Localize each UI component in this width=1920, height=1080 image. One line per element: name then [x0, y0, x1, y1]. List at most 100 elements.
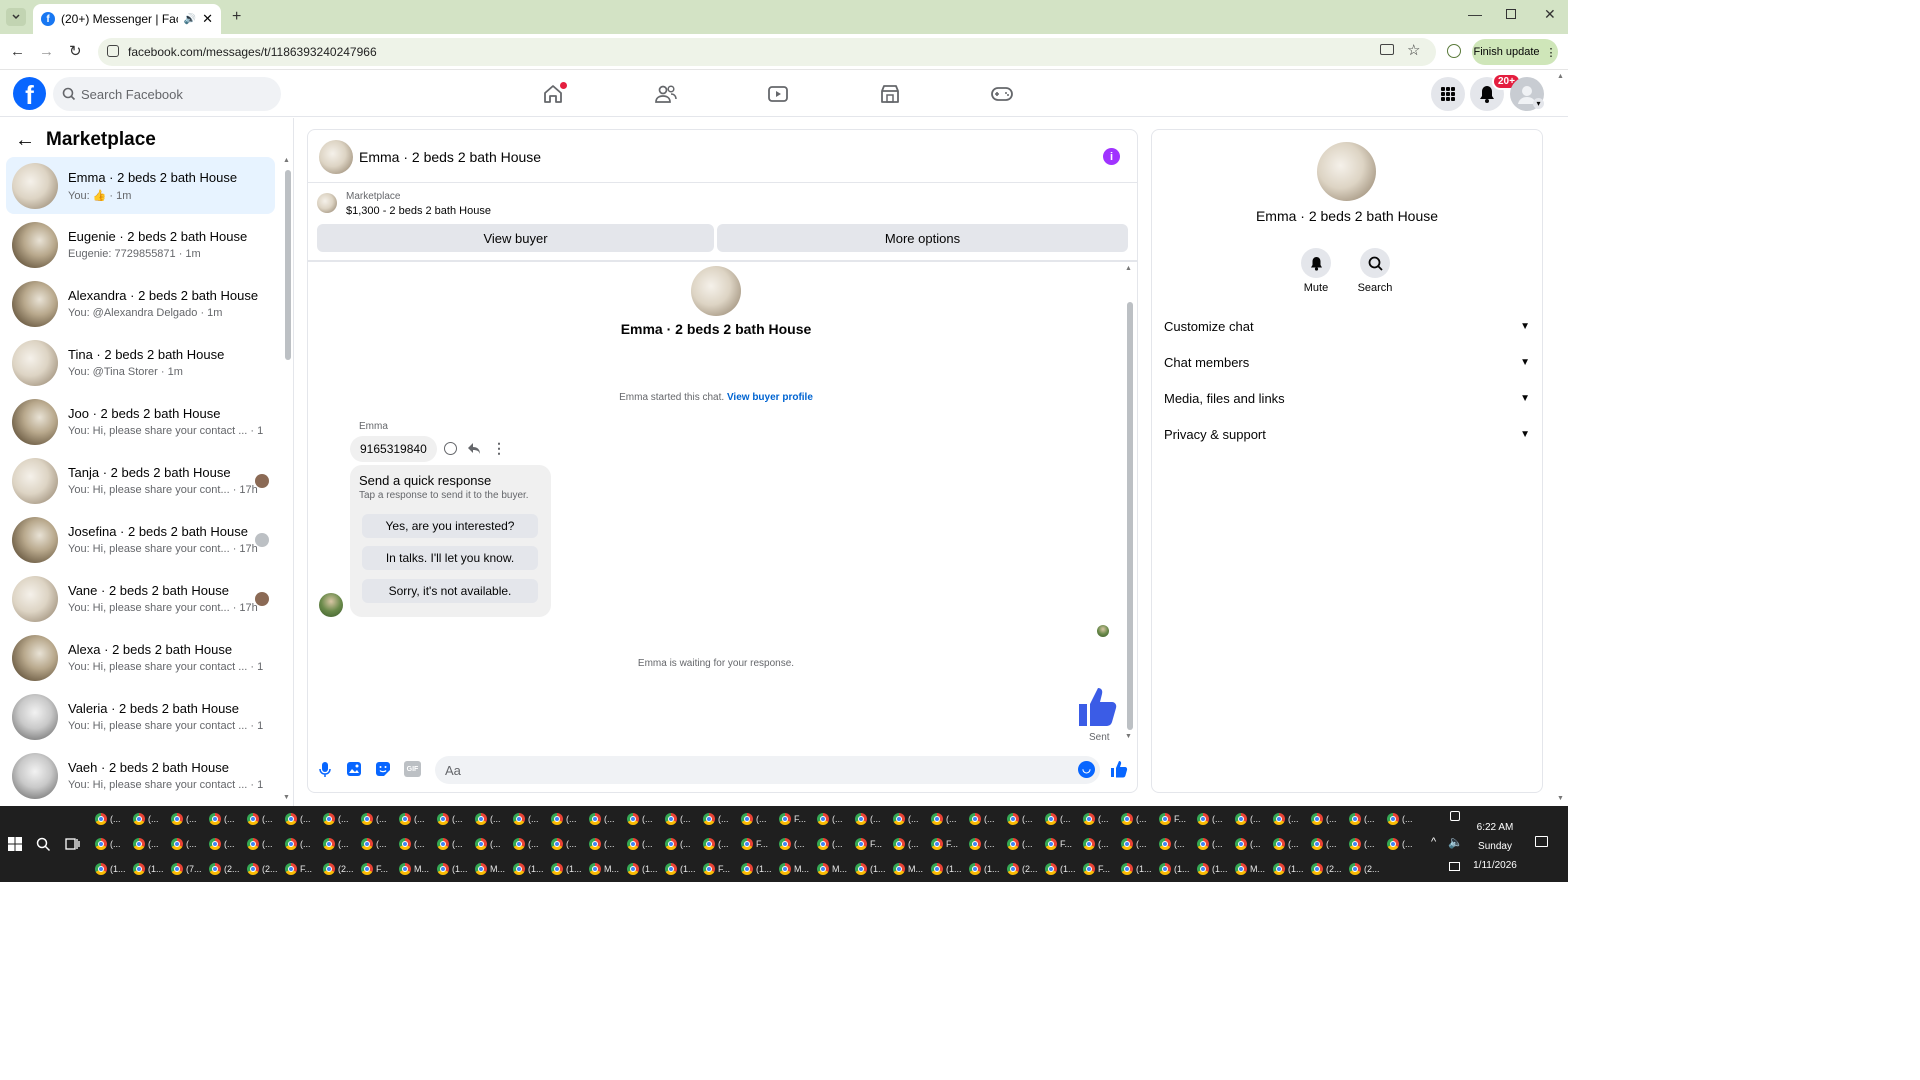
taskbar-chrome-window[interactable]: (... — [209, 808, 247, 830]
taskbar-chrome-window[interactable]: (1... — [665, 858, 703, 880]
notification-center-icon[interactable] — [1535, 836, 1548, 847]
taskbar-chrome-window[interactable]: (... — [437, 833, 475, 855]
conversation-item[interactable]: Vaeh · 2 beds 2 bath House You: Hi, pleas… — [6, 747, 275, 804]
taskbar-chrome-window[interactable]: F... — [1045, 833, 1083, 855]
chat-header-avatar[interactable] — [319, 140, 353, 174]
taskbar-chrome-window[interactable]: (... — [589, 808, 627, 830]
taskbar-chrome-window[interactable]: (... — [627, 808, 665, 830]
facebook-logo-icon[interactable]: f — [13, 77, 46, 110]
taskbar-chrome-window[interactable]: (... — [171, 808, 209, 830]
taskbar-chrome-window[interactable]: (... — [1197, 808, 1235, 830]
message-input[interactable]: Aa — [435, 756, 1100, 784]
photo-icon[interactable] — [346, 761, 362, 777]
taskbar-chrome-window[interactable]: (... — [817, 808, 855, 830]
bookmark-star-icon[interactable]: ☆ — [1407, 41, 1420, 59]
sticker-icon[interactable] — [375, 761, 391, 777]
marketplace-icon[interactable] — [877, 81, 903, 107]
taskbar-chrome-window[interactable]: (... — [1007, 808, 1045, 830]
listing-title[interactable]: $1,300 - 2 beds 2 bath House — [346, 205, 491, 217]
taskbar-chrome-window[interactable]: (... — [171, 833, 209, 855]
taskbar-chrome-window[interactable]: M... — [817, 858, 855, 880]
conversation-item[interactable]: Vane · 2 beds 2 bath House You: Hi, pleas… — [6, 570, 275, 627]
chat-title[interactable]: Emma · 2 beds 2 bath House — [359, 149, 541, 165]
gaming-icon[interactable] — [989, 81, 1015, 107]
taskbar-chrome-window[interactable]: (... — [475, 833, 513, 855]
taskbar-chrome-window[interactable]: (2... — [247, 858, 285, 880]
info-icon[interactable]: i — [1103, 148, 1120, 165]
taskbar-chrome-window[interactable]: (... — [1387, 808, 1425, 830]
taskbar-chrome-window[interactable]: (... — [437, 808, 475, 830]
message-more-icon[interactable]: ⋮ — [492, 440, 506, 457]
taskbar-chrome-window[interactable]: (... — [1235, 808, 1273, 830]
conversation-item[interactable]: Emma · 2 beds 2 bath House You: 👍 · 1m — [6, 157, 275, 214]
taskbar-chrome-window[interactable]: (1... — [931, 858, 969, 880]
taskbar-chrome-window[interactable]: (... — [969, 833, 1007, 855]
taskbar-chrome-window[interactable]: F... — [1083, 858, 1121, 880]
taskbar-chrome-window[interactable]: (... — [665, 808, 703, 830]
chat-scroll-up-icon[interactable]: ▲ — [1125, 265, 1132, 272]
taskbar-chrome-window[interactable]: M... — [1235, 858, 1273, 880]
taskbar-chrome-window[interactable]: (2... — [1349, 858, 1387, 880]
taskbar-chrome-window[interactable]: (... — [1045, 808, 1083, 830]
conversation-item[interactable]: Tanja · 2 beds 2 bath House You: Hi, plea… — [6, 452, 275, 509]
browser-tab[interactable]: f (20+) Messenger | Facebook 🔊 ✕ — [33, 4, 221, 34]
close-window-button[interactable]: ✕ — [1544, 6, 1556, 23]
taskbar-chrome-window[interactable]: (1... — [1121, 858, 1159, 880]
conversation-item[interactable]: Alexa · 2 beds 2 bath House You: Hi, plea… — [6, 629, 275, 686]
taskbar-chrome-window[interactable]: (... — [323, 833, 361, 855]
taskbar-chrome-window[interactable]: M... — [475, 858, 513, 880]
taskbar-chrome-window[interactable]: (... — [475, 808, 513, 830]
quick-response-button[interactable]: In talks. I'll let you know. — [362, 546, 538, 570]
meet-now-icon[interactable] — [1450, 811, 1460, 821]
taskbar-chrome-window[interactable]: (1... — [627, 858, 665, 880]
taskbar-chrome-window[interactable]: F... — [931, 833, 969, 855]
gif-icon[interactable]: GIF — [404, 761, 421, 777]
taskbar-chrome-window[interactable]: (1... — [855, 858, 893, 880]
taskbar-chrome-window[interactable]: (... — [399, 833, 437, 855]
taskbar-chrome-window[interactable]: (1... — [1197, 858, 1235, 880]
taskbar-chrome-window[interactable]: (... — [969, 808, 1007, 830]
customize-chat-section[interactable]: Customize chat ▼ — [1164, 319, 1530, 334]
taskbar-chrome-window[interactable]: (... — [399, 808, 437, 830]
show-hidden-icons-chevron[interactable]: ^ — [1431, 836, 1436, 848]
minimize-button[interactable]: — — [1468, 6, 1482, 22]
taskbar-chrome-window[interactable]: (1... — [513, 858, 551, 880]
conversation-item[interactable]: Valeria · 2 beds 2 bath House You: Hi, pl… — [6, 688, 275, 745]
sidebar-scroll-up-icon[interactable]: ▲ — [283, 157, 290, 164]
page-scroll-up-icon[interactable]: ▲ — [1557, 73, 1564, 80]
more-options-button[interactable]: More options — [717, 224, 1128, 252]
like-thumbs-up-icon[interactable] — [1110, 760, 1128, 778]
taskbar-chrome-window[interactable]: (... — [1083, 833, 1121, 855]
windows-start-icon[interactable] — [8, 837, 22, 851]
microphone-icon[interactable] — [318, 761, 332, 778]
taskbar-chrome-window[interactable]: (... — [741, 808, 779, 830]
taskbar-chrome-window[interactable]: (... — [247, 808, 285, 830]
chat-scroll-down-icon[interactable]: ▼ — [1125, 733, 1132, 740]
taskbar-chrome-window[interactable]: (... — [1349, 833, 1387, 855]
chat-scrollbar[interactable] — [1127, 302, 1133, 730]
privacy-support-section[interactable]: Privacy & support ▼ — [1164, 427, 1530, 442]
taskbar-chrome-window[interactable]: (... — [589, 833, 627, 855]
new-tab-button[interactable]: + — [232, 8, 241, 26]
network-icon[interactable] — [1449, 862, 1460, 871]
taskbar-chrome-window[interactable]: (... — [285, 833, 323, 855]
volume-icon[interactable]: 🔈 — [1448, 835, 1463, 849]
message-bubble[interactable]: 9165319840 — [350, 436, 437, 462]
site-info-icon[interactable] — [107, 45, 119, 57]
taskbar-chrome-window[interactable]: M... — [589, 858, 627, 880]
taskbar-chrome-window[interactable]: (1... — [133, 858, 171, 880]
taskbar-chrome-window[interactable]: F... — [703, 858, 741, 880]
taskbar-chrome-window[interactable]: F... — [361, 858, 399, 880]
conversation-item[interactable]: Eugenie · 2 beds 2 bath House Eugenie: 77… — [6, 216, 275, 273]
maximize-button[interactable] — [1506, 9, 1516, 19]
taskbar-chrome-window[interactable]: (... — [1273, 833, 1311, 855]
taskbar-chrome-window[interactable]: (... — [817, 833, 855, 855]
taskbar-chrome-window[interactable]: (... — [361, 833, 399, 855]
taskbar-chrome-window[interactable]: (... — [551, 833, 589, 855]
search-facebook-input[interactable]: Search Facebook — [53, 77, 281, 111]
taskbar-chrome-window[interactable]: M... — [779, 858, 817, 880]
conversation-item[interactable]: Alexandra · 2 beds 2 bath House You: @Ale… — [6, 275, 275, 332]
taskbar-chrome-window[interactable]: (... — [1007, 833, 1045, 855]
sidebar-scrollbar[interactable] — [285, 170, 291, 360]
address-bar[interactable]: facebook.com/messages/t/1186393240247966 — [98, 38, 1436, 66]
